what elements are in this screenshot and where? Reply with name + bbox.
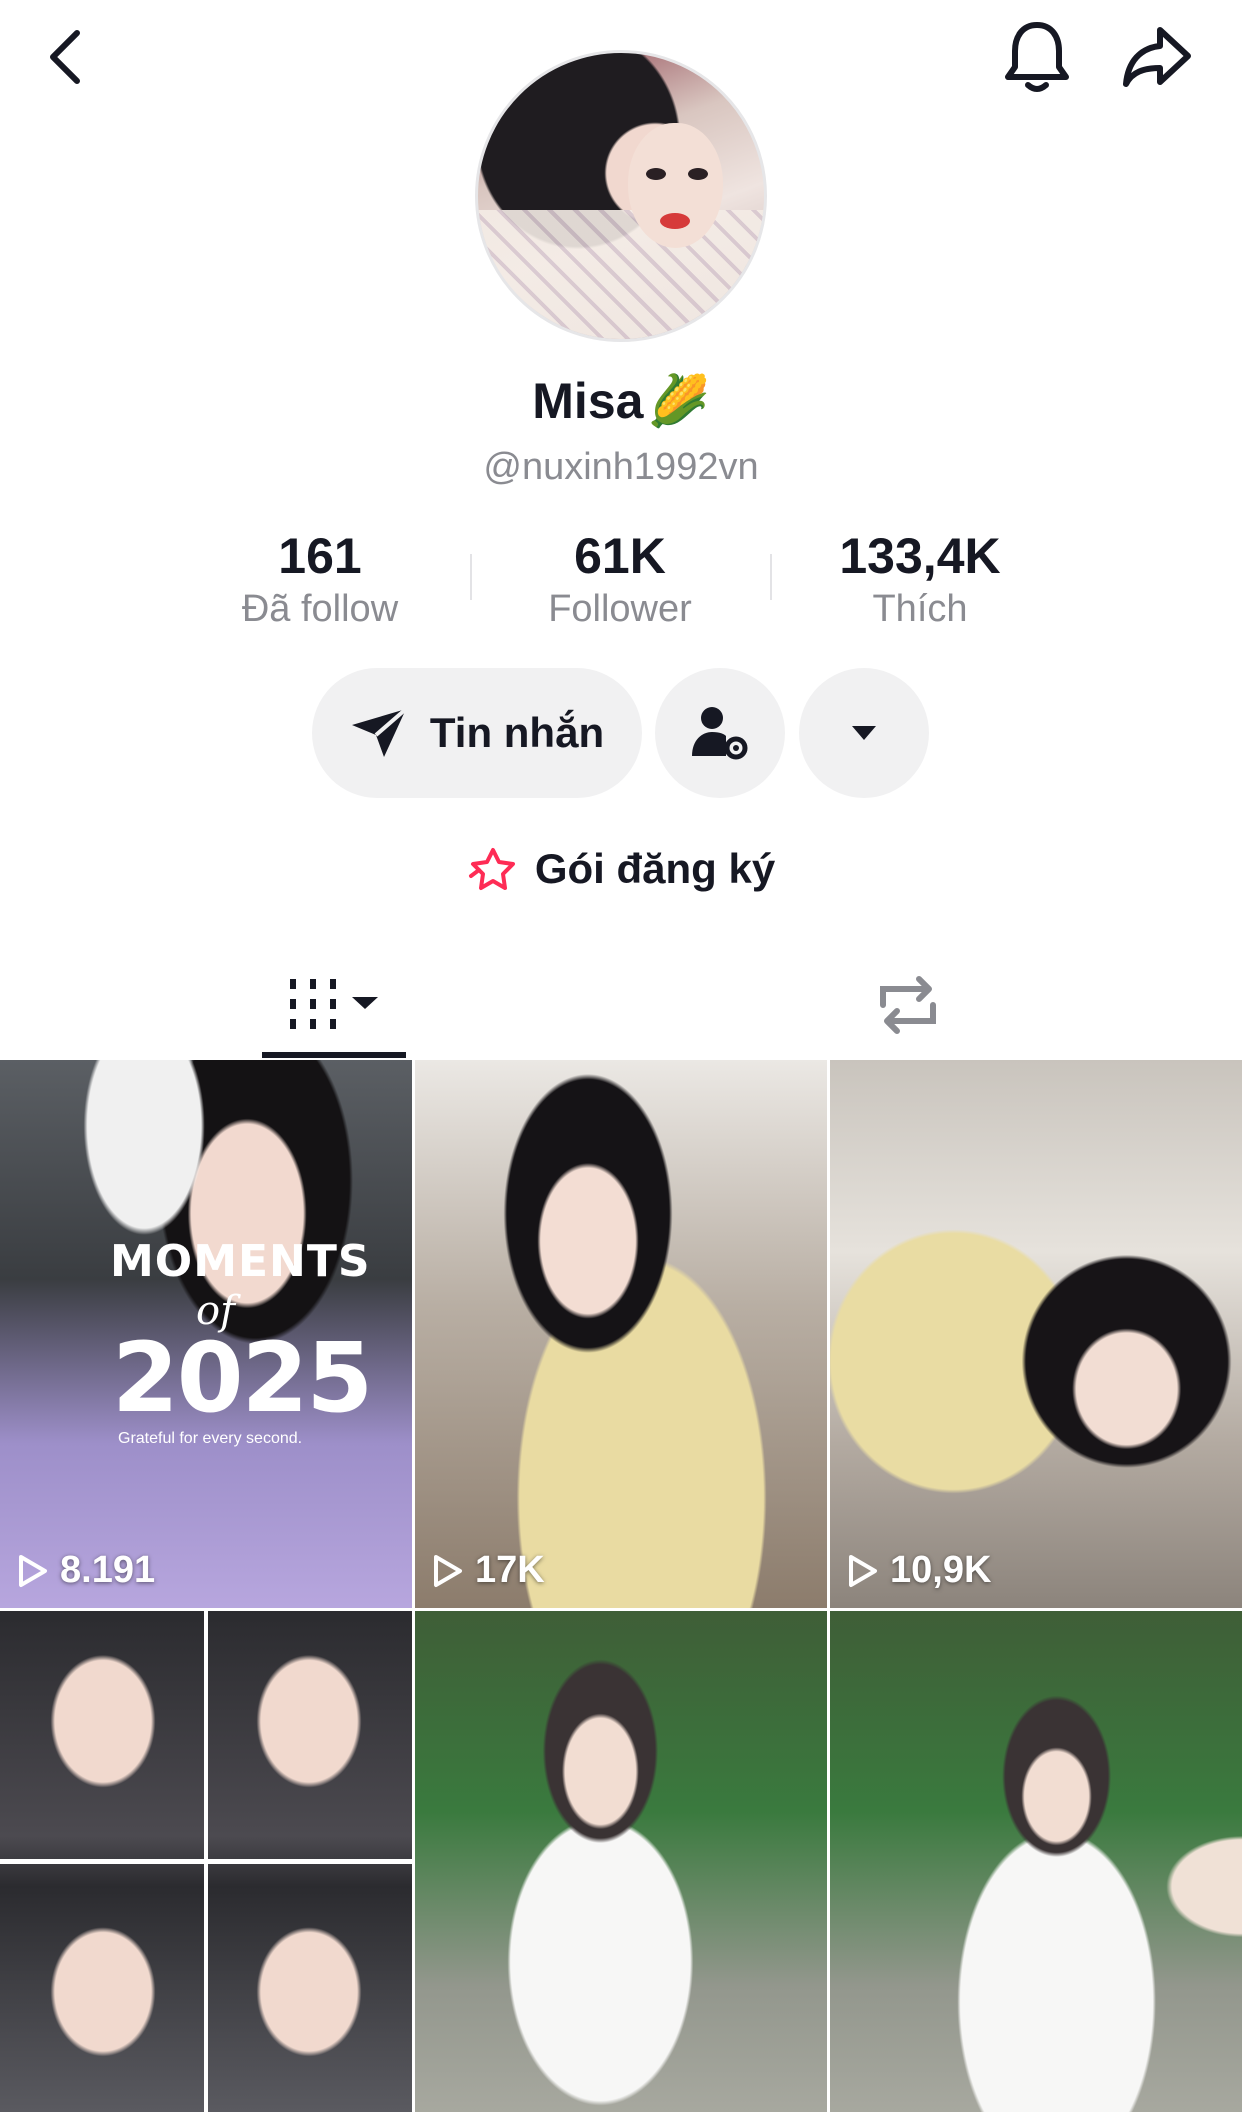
back-button[interactable] <box>20 12 110 102</box>
video-tile[interactable] <box>830 1611 1242 2112</box>
message-button-label: Tin nhắn <box>429 709 605 756</box>
stat-likes[interactable]: 133,4K Thích <box>790 526 1050 632</box>
subscription-link[interactable]: Gói đăng ký <box>0 845 1242 893</box>
stat-label: Follower <box>548 588 692 630</box>
share-icon <box>1123 27 1191 87</box>
play-icon <box>434 1554 462 1587</box>
video-tile[interactable] <box>415 1611 827 2112</box>
tab-reposts[interactable] <box>836 950 980 1060</box>
video-overlay-text: Grateful for every second. <box>118 1430 303 1447</box>
content-tabs <box>0 950 1242 1060</box>
avatar-eye <box>688 168 708 180</box>
repost-icon <box>880 976 936 1034</box>
play-icon <box>849 1554 877 1587</box>
avatar[interactable] <box>475 50 767 342</box>
view-count: 17K <box>433 1549 545 1592</box>
view-count: 8.191 <box>18 1549 155 1592</box>
avatar-shirt <box>478 210 764 339</box>
star-icon <box>468 848 515 890</box>
follow-settings-button[interactable] <box>655 668 785 798</box>
caret-down-icon <box>852 726 876 740</box>
stat-value: 61K <box>574 528 666 584</box>
video-tile[interactable]: 10,9K <box>830 1060 1242 1608</box>
stat-label: Đã follow <box>241 588 399 630</box>
notifications-button[interactable] <box>992 12 1082 102</box>
video-tile[interactable]: 17K <box>415 1060 827 1608</box>
send-icon <box>351 707 408 757</box>
active-tab-indicator <box>262 1052 406 1058</box>
stat-value: 133,4K <box>839 528 1001 584</box>
video-overlay-text: MOMENTS <box>110 1236 371 1287</box>
stat-following[interactable]: 161 Đã follow <box>190 526 450 632</box>
stat-divider <box>470 554 472 600</box>
avatar-face <box>628 123 723 248</box>
video-grid: MOMENTS of 2025 Grateful for every secon… <box>0 1060 1242 2112</box>
view-count-value: 17K <box>475 1549 545 1591</box>
stat-value: 161 <box>278 528 362 584</box>
person-settings-icon <box>692 707 748 760</box>
video-overlay-text: 2025 <box>112 1322 373 1434</box>
back-icon <box>50 30 80 84</box>
view-count-value: 10,9K <box>890 1549 992 1591</box>
video-tile[interactable]: MOMENTS of 2025 Grateful for every secon… <box>0 1060 412 1608</box>
play-icon <box>19 1554 47 1587</box>
stat-divider <box>770 554 772 600</box>
view-count: 10,9K <box>848 1549 991 1592</box>
action-buttons: Tin nhắn <box>0 668 1242 798</box>
stat-label: Thích <box>872 588 968 630</box>
video-tile[interactable] <box>0 1611 412 2112</box>
corn-emoji: 🌽 <box>647 373 710 429</box>
grid-icon <box>290 979 378 1029</box>
tab-videos[interactable] <box>262 950 406 1060</box>
stats-row: 161 Đã follow 61K Follower 133,4K Thích <box>0 526 1242 636</box>
share-button[interactable] <box>1112 12 1202 102</box>
bell-icon <box>1005 22 1069 92</box>
view-count-value: 8.191 <box>60 1549 156 1591</box>
name-row: Misa 🌽 <box>0 372 1242 430</box>
subscription-label: Gói đăng ký <box>534 845 776 892</box>
username: @nuxinh1992vn <box>483 446 759 488</box>
message-button[interactable]: Tin nhắn <box>312 668 642 798</box>
more-options-button[interactable] <box>799 668 929 798</box>
avatar-eye <box>646 168 666 180</box>
display-name: Misa <box>532 373 644 429</box>
stat-followers[interactable]: 61K Follower <box>490 526 750 632</box>
avatar-lips <box>660 213 690 229</box>
